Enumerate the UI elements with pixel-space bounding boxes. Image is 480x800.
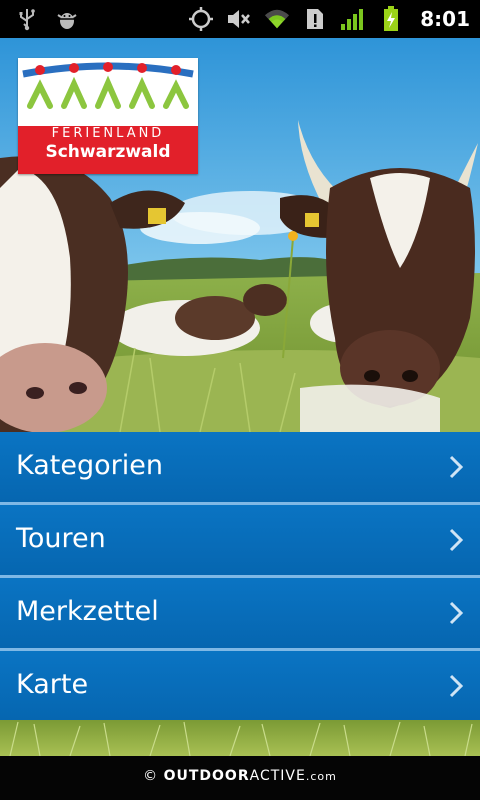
menu-item-label: Merkzettel <box>16 596 159 627</box>
sim-alert-icon <box>302 6 328 32</box>
usb-icon <box>14 6 40 32</box>
chevron-right-icon <box>449 601 464 625</box>
chevron-right-icon <box>449 674 464 698</box>
logo-text-schwarzwald: Schwarzwald <box>45 142 171 162</box>
logo-figures-graphic <box>22 62 194 109</box>
gps-icon <box>188 6 214 32</box>
menu-item-touren[interactable]: Touren <box>0 505 480 578</box>
mute-icon <box>226 6 252 32</box>
menu-item-kategorien[interactable]: Kategorien <box>0 432 480 505</box>
footer: © OUTDOORACTIVE.com <box>0 756 480 800</box>
ferienland-logo: FERIENLAND Schwarzwald <box>18 58 198 174</box>
menu-item-label: Touren <box>16 523 106 554</box>
status-time: 8:01 <box>420 7 470 31</box>
menu-item-label: Karte <box>16 669 89 700</box>
android-debug-icon <box>54 6 80 32</box>
chevron-right-icon <box>449 455 464 479</box>
battery-charging-icon <box>378 6 404 32</box>
signal-icon <box>340 6 366 32</box>
logo-text-ferienland: FERIENLAND <box>51 126 165 141</box>
menu-item-karte[interactable]: Karte <box>0 651 480 724</box>
brand-suffix: .com <box>305 770 337 783</box>
chevron-right-icon <box>449 528 464 552</box>
wifi-icon <box>264 6 290 32</box>
brand-active: ACTIVE <box>249 768 306 784</box>
footer-brand[interactable]: © OUTDOORACTIVE.com <box>0 768 480 784</box>
status-bar: 8:01 <box>0 0 480 38</box>
background-grass <box>0 720 480 756</box>
menu-item-label: Kategorien <box>16 450 163 481</box>
brand-outdoor: OUTDOOR <box>163 768 250 784</box>
copyright-symbol: © <box>143 768 159 784</box>
menu-item-merkzettel[interactable]: Merkzettel <box>0 578 480 651</box>
main-menu: Kategorien Touren Merkzettel Karte <box>0 432 480 724</box>
